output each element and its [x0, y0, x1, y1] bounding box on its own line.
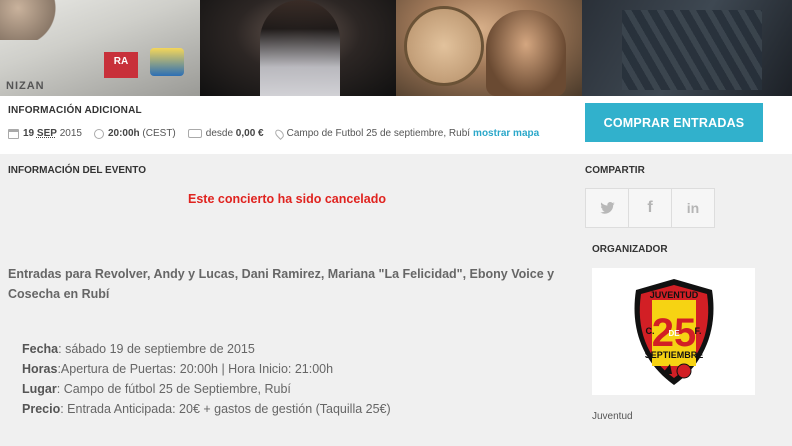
organizer-logo[interactable]: JUVENTUD 25 C. DE F. SEPTIEMBRE: [592, 268, 755, 395]
facebook-share-button[interactable]: f: [628, 188, 672, 228]
artist-photo: [622, 10, 762, 90]
svg-text:F.: F.: [694, 326, 701, 336]
price: 0,00 €: [235, 128, 264, 139]
twitter-icon: [599, 202, 615, 214]
organizer-crest-icon: JUVENTUD 25 C. DE F. SEPTIEMBRE: [634, 278, 713, 385]
artist-photo: [0, 0, 60, 40]
show-map-link[interactable]: mostrar mapa: [473, 128, 539, 139]
artist-photo: [260, 0, 340, 96]
location-pin-icon: [273, 127, 286, 140]
event-headline: Entradas para Revolver, Andy y Lucas, Da…: [8, 267, 555, 301]
buy-tickets-button[interactable]: COMPRAR ENTRADAS: [585, 103, 763, 142]
date-year: 2015: [59, 128, 82, 139]
svg-text:C.: C.: [645, 326, 654, 336]
event-banner: RA NIZAN: [0, 0, 792, 96]
twitter-share-button[interactable]: [585, 188, 629, 228]
svg-text:DE: DE: [668, 329, 680, 338]
additional-info-title: INFORMACIÓN ADICIONAL: [8, 105, 142, 116]
sponsor-logo: RA: [104, 52, 138, 78]
svg-text:SEPTIEMBRE: SEPTIEMBRE: [644, 350, 703, 360]
timezone: (CEST): [142, 128, 176, 139]
venue-location: Campo de Futbol 25 de septiembre, Rubí: [286, 128, 471, 139]
organizer-title: ORGANIZADOR: [592, 244, 668, 255]
linkedin-share-button[interactable]: in: [671, 188, 715, 228]
share-buttons: f in: [585, 188, 717, 228]
detail-row-place: Lugar: Campo de fútbol 25 de Septiembre,…: [22, 382, 291, 396]
detail-row-hours: Horas:Apertura de Puertas: 20:00h | Hora…: [22, 362, 334, 376]
banner-image-3: [396, 0, 582, 96]
cancelled-notice: Este concierto ha sido cancelado: [188, 192, 386, 206]
date-day: 19: [23, 128, 35, 139]
artist-photo: [486, 10, 566, 96]
event-info-title: INFORMACIÓN DEL EVENTO: [8, 165, 146, 176]
price-prefix: desde: [205, 128, 234, 139]
facebook-icon: f: [647, 199, 653, 216]
linkedin-icon: in: [686, 200, 700, 216]
event-meta-row: 19 SEP 2015 20:00h (CEST) desde 0,00 € C…: [8, 127, 539, 140]
banner-image-1: RA NIZAN: [0, 0, 200, 96]
clock-icon: [93, 128, 104, 139]
banner-image-4: [582, 0, 792, 96]
banner-image-2: [200, 0, 396, 96]
clock-image: [404, 6, 484, 86]
detail-row-date: Fecha: sábado 19 de septiembre de 2015: [22, 342, 255, 356]
sponsor-logo-2: [150, 48, 184, 76]
ticket-icon: [187, 129, 202, 138]
share-title: COMPARTIR: [585, 165, 645, 176]
date-month: SEP: [36, 128, 57, 139]
detail-row-price: Precio: Entrada Anticipada: 20€ + gastos…: [22, 402, 391, 416]
calendar-icon: [8, 128, 19, 139]
organizer-name[interactable]: Juventud: [592, 411, 633, 422]
event-details: Fecha: sábado 19 de septiembre de 2015 H…: [22, 339, 391, 419]
svg-text:JUVENTUD: JUVENTUD: [649, 290, 698, 300]
banner-text: NIZAN: [6, 80, 45, 92]
event-time: 20:00h: [107, 128, 140, 139]
